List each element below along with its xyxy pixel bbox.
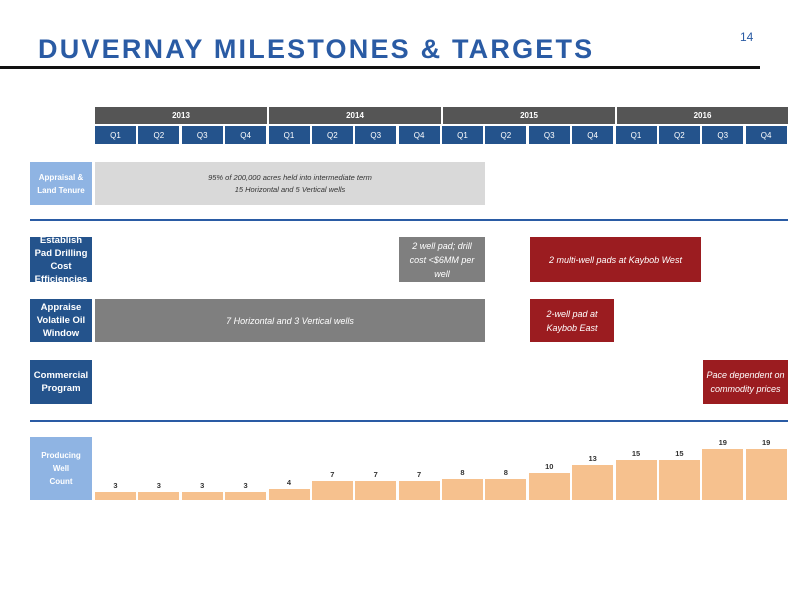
row-label-producing-well-count: Producing Well Count bbox=[30, 437, 92, 500]
quarter-header: Q3 bbox=[355, 126, 397, 144]
quarter-header: Q2 bbox=[485, 126, 527, 144]
page-title: DUVERNAY MILESTONES & TARGETS bbox=[38, 34, 595, 64]
well-count-bar bbox=[485, 478, 527, 500]
commercial-bar: Pace dependent on commodity prices bbox=[703, 360, 788, 404]
well-count-label: 19 bbox=[761, 438, 771, 447]
year-header: 2014 bbox=[269, 107, 441, 124]
quarter-header: Q1 bbox=[615, 126, 657, 144]
well-count-bar bbox=[615, 459, 657, 500]
appraisal-bar-line2: 15 Horizontal and 5 Vertical wells bbox=[234, 184, 346, 194]
well-count-bar bbox=[442, 478, 483, 500]
well-count-bar bbox=[658, 459, 700, 500]
page-number: 14 bbox=[740, 30, 754, 44]
well-count-label: 3 bbox=[200, 480, 205, 490]
well-count-label: 19 bbox=[718, 438, 727, 447]
quarter-header: Q2 bbox=[658, 126, 700, 144]
quarter-header: Q4 bbox=[225, 126, 267, 144]
row-label-establish-pad: Establish Pad Drilling Cost Efficiencies bbox=[30, 235, 92, 285]
well-count-label: 3 bbox=[243, 480, 248, 490]
well-count-label: 8 bbox=[503, 467, 508, 477]
year-header: 2013 bbox=[95, 107, 267, 124]
well-count-bar bbox=[95, 491, 136, 500]
well-count-bar bbox=[138, 491, 180, 500]
well-count-label: 3 bbox=[113, 480, 118, 490]
establish-pad-bar-1: 2 well pad; drill cost <$6MM per well bbox=[399, 237, 485, 282]
section-divider bbox=[30, 420, 788, 422]
year-header: 2016 bbox=[617, 107, 788, 124]
well-count-bar bbox=[745, 449, 787, 500]
well-count-bar bbox=[528, 473, 570, 500]
quarter-header: Q3 bbox=[181, 126, 223, 144]
quarter-header: Q1 bbox=[268, 126, 310, 144]
well-count-bar bbox=[398, 481, 440, 500]
well-count-label: 10 bbox=[545, 462, 554, 472]
appraise-oil-bar-1: 7 Horizontal and 3 Vertical wells bbox=[95, 299, 485, 342]
well-count-label: 15 bbox=[631, 448, 641, 458]
quarter-header: Q4 bbox=[398, 126, 440, 144]
well-count-label: 3 bbox=[156, 480, 161, 490]
section-divider bbox=[30, 219, 788, 221]
well-count-bar bbox=[311, 481, 353, 500]
well-count-label: 7 bbox=[330, 470, 335, 480]
well-count-label: 8 bbox=[460, 467, 465, 477]
well-count-bar bbox=[702, 449, 744, 500]
year-header: 2015 bbox=[443, 107, 615, 124]
appraise-oil-bar-2: 2-well pad at Kaybob East bbox=[530, 299, 614, 342]
quarter-header: Q3 bbox=[702, 126, 744, 144]
well-count-label: 13 bbox=[588, 454, 597, 464]
row-label-appraise-oil: Appraise Volatile Oil Window bbox=[30, 299, 92, 342]
quarter-header: Q1 bbox=[442, 126, 483, 144]
quarter-header: Q2 bbox=[311, 126, 353, 144]
appraisal-bar: 95% of 200,000 acres held into intermedi… bbox=[95, 162, 485, 205]
quarter-header: Q4 bbox=[745, 126, 787, 144]
well-count-bar bbox=[225, 491, 267, 500]
well-count-label: 4 bbox=[286, 478, 292, 488]
row-label-appraisal: Appraisal & Land Tenure bbox=[30, 162, 92, 205]
quarter-header: Q4 bbox=[572, 126, 614, 144]
well-count-label: 15 bbox=[675, 448, 684, 458]
quarter-header: Q3 bbox=[528, 126, 570, 144]
row-label-commercial: Commercial Program bbox=[30, 360, 92, 404]
quarter-header: Q1 bbox=[95, 126, 136, 144]
quarter-header: Q2 bbox=[138, 126, 180, 144]
title-rule bbox=[0, 66, 760, 69]
well-count-bar bbox=[572, 465, 614, 500]
well-count-label: 7 bbox=[417, 470, 422, 480]
appraisal-bar-line1: 95% of 200,000 acres held into intermedi… bbox=[208, 172, 372, 182]
establish-pad-bar-2: 2 multi-well pads at Kaybob West bbox=[530, 237, 701, 282]
well-count-bar bbox=[355, 481, 397, 500]
well-count-label: 7 bbox=[373, 470, 378, 480]
well-count-bar bbox=[181, 491, 223, 500]
well-count-bar bbox=[268, 489, 310, 500]
producing-well-count-chart: 3 3 3 3 4 7 7 7 8 8 10 13 15 15 19 19 bbox=[95, 437, 788, 500]
